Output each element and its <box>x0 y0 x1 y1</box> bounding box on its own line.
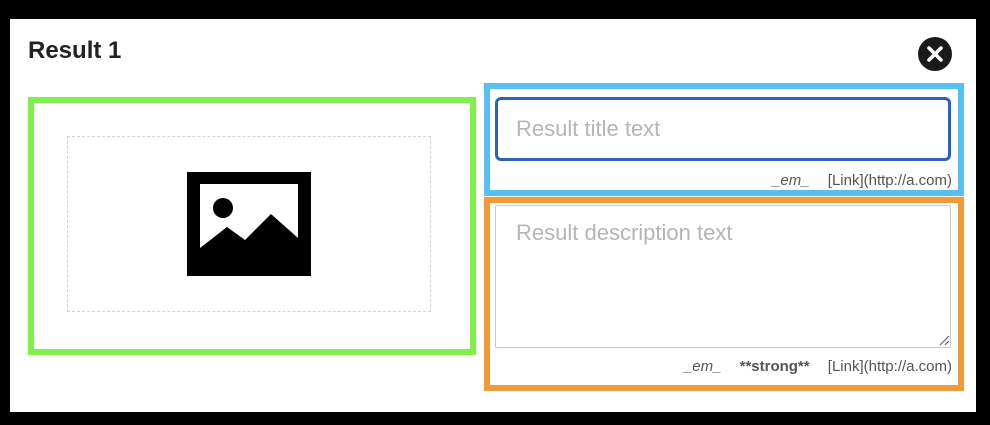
dialog-title: Result 1 <box>28 37 122 64</box>
image-highlight-box <box>28 97 476 355</box>
close-button[interactable] <box>918 37 952 71</box>
description-highlight-box <box>484 197 964 391</box>
close-icon <box>927 46 943 62</box>
title-highlight-box <box>484 83 964 196</box>
